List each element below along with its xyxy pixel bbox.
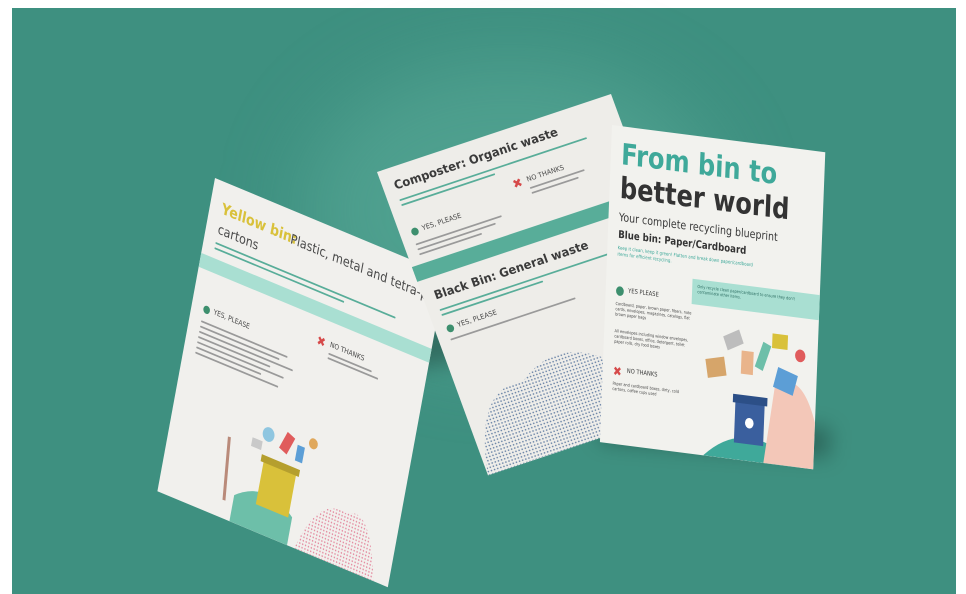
left-no-icon: ✖	[315, 333, 327, 351]
cover-yes-text: Cardboard, paper, brown paper, fibers, n…	[615, 300, 692, 321]
cover-yes-icon	[615, 285, 624, 297]
compost-no-icon: ✖	[510, 175, 525, 193]
left-yes-icon	[202, 304, 211, 316]
cover-yes-text-2: All envelopes including window envelopes…	[614, 327, 689, 350]
cover-no-text: Paper and cardboard boxes, dirty, cold c…	[612, 380, 680, 397]
photo-scene: Yellow bin: Plastic, metal and tetra-pak…	[0, 0, 966, 594]
cover-no-icon: ✖	[612, 363, 622, 380]
cover-no-label: NO THANKS	[626, 367, 658, 379]
left-yes-line	[199, 330, 293, 372]
compost-yes-label: YES, PLEASE	[420, 211, 463, 232]
front-cover: From bin to better world Your complete r…	[599, 125, 826, 470]
compost-no-label: NO THANKS	[525, 163, 566, 184]
compost-yes-icon	[410, 226, 420, 237]
left-no-line	[327, 357, 379, 380]
black-yes-icon	[445, 323, 456, 334]
cover-yes-label: YES PLEASE	[628, 287, 659, 299]
blue-bin-illustration	[703, 329, 815, 470]
